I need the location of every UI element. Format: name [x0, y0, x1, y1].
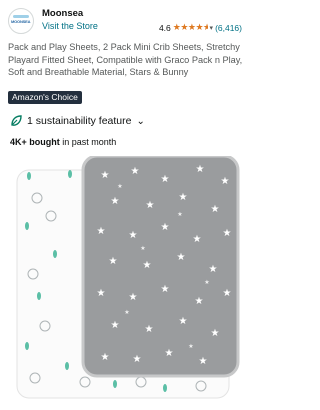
svg-text:★: ★ [179, 316, 188, 327]
svg-text:★: ★ [199, 356, 208, 367]
purchase-count: 4K+ bought in past month [10, 137, 116, 147]
svg-text:★: ★ [161, 284, 170, 295]
svg-text:★: ★ [129, 230, 138, 241]
svg-text:★: ★ [223, 288, 232, 299]
rating-count[interactable]: (6,416) [215, 23, 242, 33]
amazons-choice-badge[interactable]: Amazon's Choice [8, 91, 82, 104]
rating-summary[interactable]: 4.6 ★★★★★ ▾ (6,416) [159, 22, 242, 33]
svg-text:★: ★ [97, 226, 106, 237]
svg-text:★: ★ [161, 174, 170, 185]
svg-text:★: ★ [140, 245, 145, 252]
chevron-down-icon: ⌄ [136, 115, 145, 127]
visit-store-link[interactable]: Visit the Store [42, 21, 98, 31]
svg-text:★: ★ [111, 320, 120, 331]
svg-text:★: ★ [196, 164, 205, 175]
svg-text:★: ★ [109, 256, 118, 267]
svg-text:★: ★ [133, 354, 142, 365]
sustainability-label: 1 sustainability feature [27, 115, 132, 127]
svg-text:★: ★ [179, 192, 188, 203]
brand-name: Moonsea [42, 8, 84, 19]
svg-text:★: ★ [195, 296, 204, 307]
product-title[interactable]: Pack and Play Sheets, 2 Pack Mini Crib S… [8, 41, 244, 79]
svg-text:★: ★ [211, 204, 220, 215]
svg-text:★: ★ [188, 343, 193, 350]
svg-text:★: ★ [131, 166, 140, 177]
leaf-icon [11, 115, 22, 126]
svg-text:★: ★ [221, 176, 230, 187]
svg-text:★: ★ [143, 260, 152, 271]
svg-text:★: ★ [223, 228, 232, 239]
bought-period: in past month [59, 137, 117, 147]
svg-text:★: ★ [129, 292, 138, 303]
bought-count: 4K+ bought [10, 137, 60, 147]
svg-text:★: ★ [117, 183, 122, 190]
svg-text:★: ★ [146, 200, 155, 211]
star-rating-icon: ★★★★★ [172, 22, 208, 32]
svg-text:★: ★ [124, 309, 129, 316]
svg-text:★: ★ [101, 170, 110, 181]
svg-text:★: ★ [177, 211, 182, 218]
svg-text:★: ★ [204, 279, 209, 286]
svg-text:★: ★ [193, 234, 202, 245]
svg-text:★: ★ [145, 324, 154, 335]
svg-text:★: ★ [177, 252, 186, 263]
svg-text:★: ★ [97, 288, 106, 299]
chevron-down-icon[interactable]: ▾ [210, 24, 214, 32]
svg-text:★: ★ [165, 348, 174, 359]
svg-text:★: ★ [111, 196, 120, 207]
svg-text:★: ★ [161, 222, 170, 233]
product-image[interactable]: ★ ★★★★ ★ ★★★ ★ ★★★★ ★ ★★★ ★ ★★★★ ★ ★★★ ★ ★★★ ★★… [15, 156, 240, 401]
svg-text:★: ★ [101, 352, 110, 363]
rating-value: 4.6 [158, 22, 171, 33]
svg-text:★: ★ [211, 328, 220, 339]
store-logo-icon[interactable]: MOONSEA [8, 8, 34, 34]
sustainability-feature-row[interactable]: 1 sustainability feature ⌄ [10, 115, 145, 127]
svg-text:★: ★ [209, 264, 218, 275]
store-header: MOONSEA Moonsea Visit the Store 4.6 ★★★★… [8, 8, 244, 34]
